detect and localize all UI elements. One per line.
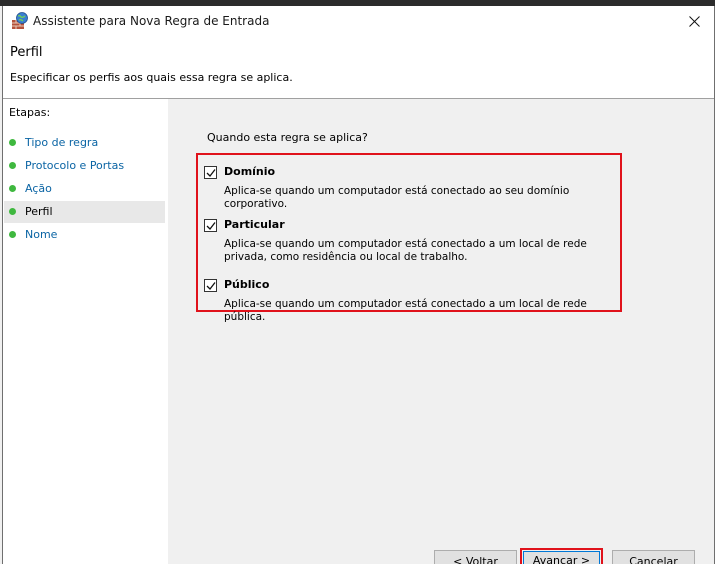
domain-label[interactable]: Domínio [224, 165, 275, 178]
next-button[interactable]: Avançar > [523, 551, 600, 564]
domain-description: Aplica-se quando um computador está cone… [224, 185, 570, 210]
wizard-header: Perfil Especificar os perfis aos quais e… [3, 36, 714, 98]
close-button[interactable] [674, 6, 714, 36]
steps-panel: Etapas: Tipo de regra Protocolo e Portas… [3, 99, 168, 564]
step-complete-dot-icon [9, 185, 16, 192]
step-label: Perfil [25, 205, 53, 218]
page-subtitle: Especificar os perfis aos quais essa reg… [10, 71, 293, 84]
public-checkbox[interactable] [204, 279, 217, 292]
step-protocol-ports[interactable]: Protocolo e Portas [4, 155, 165, 177]
public-description: Aplica-se quando um computador está cone… [224, 298, 587, 323]
close-icon [688, 15, 700, 27]
profile-question: Quando esta regra se aplica? [207, 131, 368, 144]
wizard-window: Assistente para Nova Regra de Entrada Pe… [2, 6, 715, 564]
step-current-dot-icon [9, 208, 16, 215]
title-bar[interactable]: Assistente para Nova Regra de Entrada [3, 6, 714, 36]
checkmark-icon [206, 169, 216, 177]
cancel-button[interactable]: Cancelar [612, 550, 695, 564]
step-label: Nome [25, 228, 58, 241]
firewall-globe-icon [11, 12, 29, 30]
domain-checkbox[interactable] [204, 166, 217, 179]
content-panel: Quando esta regra se aplica? Domínio Apl… [168, 99, 714, 564]
step-name[interactable]: Nome [4, 224, 165, 246]
step-pending-dot-icon [9, 231, 16, 238]
step-label: Protocolo e Portas [25, 159, 125, 172]
step-complete-dot-icon [9, 139, 16, 146]
private-description: Aplica-se quando um computador está cone… [224, 238, 587, 263]
step-action[interactable]: Ação [4, 178, 165, 200]
public-label[interactable]: Público [224, 278, 269, 291]
back-button[interactable]: < Voltar [434, 550, 517, 564]
private-label[interactable]: Particular [224, 218, 285, 231]
checkmark-icon [206, 282, 216, 290]
screen: Assistente para Nova Regra de Entrada Pe… [0, 0, 715, 564]
step-label: Ação [25, 182, 52, 195]
step-profile-current[interactable]: Perfil [4, 201, 165, 223]
page-title: Perfil [10, 45, 43, 60]
steps-heading: Etapas: [9, 106, 51, 119]
checkmark-icon [206, 222, 216, 230]
step-complete-dot-icon [9, 162, 16, 169]
private-checkbox[interactable] [204, 219, 217, 232]
step-label: Tipo de regra [25, 136, 99, 149]
step-rule-type[interactable]: Tipo de regra [4, 132, 165, 154]
window-title: Assistente para Nova Regra de Entrada [33, 14, 270, 28]
